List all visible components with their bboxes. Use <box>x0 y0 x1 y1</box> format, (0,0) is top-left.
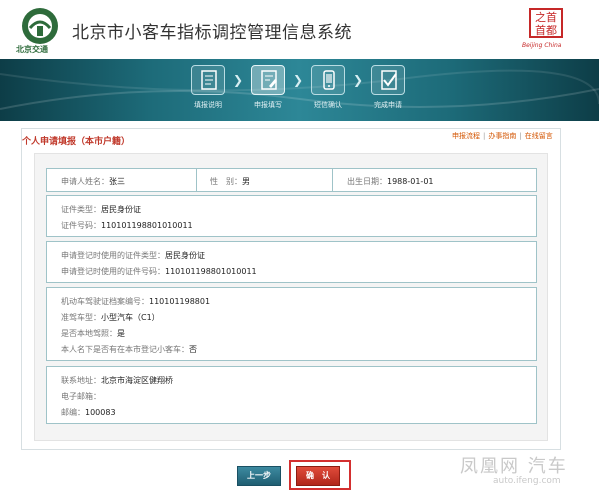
vehicle-class-label: 准驾车型： <box>61 313 101 322</box>
id-type-value: 居民身份证 <box>101 205 141 214</box>
license-number-value: 110101198801 <box>149 297 211 306</box>
gender-label: 性 别： <box>210 177 242 186</box>
step-fill-guide[interactable] <box>191 65 225 95</box>
panel-title: 个人申请填报（本市户籍） <box>22 137 131 147</box>
id-number-label: 证件号码： <box>61 221 101 230</box>
applicant-basic-box: 申请人姓名：张三 性 别：男 出生日期：1988-01-01 <box>46 168 537 192</box>
step-arrow-icon: ❯ <box>293 73 304 87</box>
local-license-label: 是否本地驾照： <box>61 329 117 338</box>
step-sms-confirm[interactable] <box>311 65 345 95</box>
email-label: 电子邮箱： <box>61 392 101 401</box>
has-car-label: 本人名下是否有在本市登记小客车： <box>61 345 189 354</box>
step-label-fill-guide: 填报说明 <box>194 101 222 109</box>
reg-id-type-label: 申请登记时使用的证件类型： <box>61 251 165 260</box>
system-title: 北京市小客车指标调控管理信息系统 <box>72 23 352 43</box>
seal-caption: Beijing China <box>522 42 562 49</box>
local-license-value: 是 <box>117 329 125 338</box>
zip-value: 100083 <box>85 408 116 417</box>
logo-caption: 北京交通 <box>16 45 48 54</box>
step-arrow-icon: ❯ <box>353 73 364 87</box>
zip-label: 邮编： <box>61 408 85 417</box>
reg-id-number-value: 110101198801010011 <box>165 267 257 276</box>
vehicle-class-value: 小型汽车（C1） <box>101 313 160 322</box>
previous-step-button[interactable]: 上一步 <box>237 466 281 486</box>
steps-banner: 填报说明 ❯ 申报填写 ❯ 短信确认 ❯ 完成申请 <box>0 59 599 121</box>
id-number-value: 110101198801010011 <box>101 221 193 230</box>
license-number-label: 机动车驾驶证档案编号： <box>61 297 149 306</box>
step-arrow-icon: ❯ <box>233 73 244 87</box>
id-type-label: 证件类型： <box>61 205 101 214</box>
address-label: 联系地址： <box>61 376 101 385</box>
contact-info-box: 联系地址：北京市海淀区健翔桥 电子邮箱： 邮编：100083 <box>46 366 537 424</box>
license-info-box: 机动车驾驶证档案编号：110101198801 准驾车型：小型汽车（C1） 是否… <box>46 287 537 361</box>
capital-seal: 之首 首都 <box>529 8 563 38</box>
reg-id-type-value: 居民身份证 <box>165 251 205 260</box>
step-complete[interactable] <box>371 65 405 95</box>
watermark: 凤凰网 汽车 <box>460 456 568 477</box>
address-value: 北京市海淀区健翔桥 <box>101 376 173 385</box>
applicant-name-value: 张三 <box>109 177 125 186</box>
applicant-name-label: 申请人姓名： <box>61 177 109 186</box>
id-info-box: 证件类型：居民身份证 证件号码：110101198801010011 <box>46 195 537 237</box>
step-label-sms-confirm: 短信确认 <box>314 101 342 109</box>
checkmark-icon <box>381 70 397 90</box>
gender-value: 男 <box>242 177 250 186</box>
phone-icon <box>323 70 335 90</box>
step-label-application: 申报填写 <box>254 101 282 109</box>
watermark-url: auto.ifeng.com <box>493 476 561 486</box>
has-car-value: 否 <box>189 345 197 354</box>
link-guide[interactable]: 办事指南 <box>488 132 516 140</box>
registration-id-box: 申请登记时使用的证件类型：居民身份证 申请登记时使用的证件号码：11010119… <box>46 241 537 283</box>
link-process[interactable]: 申报流程 <box>452 132 480 140</box>
link-message[interactable]: 在线留言 <box>525 132 553 140</box>
step-label-complete: 完成申请 <box>374 101 402 109</box>
step-application[interactable] <box>251 65 285 95</box>
reg-id-number-label: 申请登记时使用的证件号码： <box>61 267 165 276</box>
document-icon <box>201 70 217 90</box>
header: 北京交通 北京市小客车指标调控管理信息系统 之首 首都 Beijing China <box>0 0 599 58</box>
beijing-transport-logo <box>22 8 58 44</box>
banner-decoration <box>0 69 599 110</box>
panel-links: 申报流程 | 办事指南 | 在线留言 <box>452 132 553 140</box>
birth-date-value: 1988-01-01 <box>387 177 434 186</box>
confirm-button[interactable]: 确 认 <box>296 466 340 486</box>
birth-date-label: 出生日期： <box>347 177 387 186</box>
edit-icon <box>261 70 277 90</box>
